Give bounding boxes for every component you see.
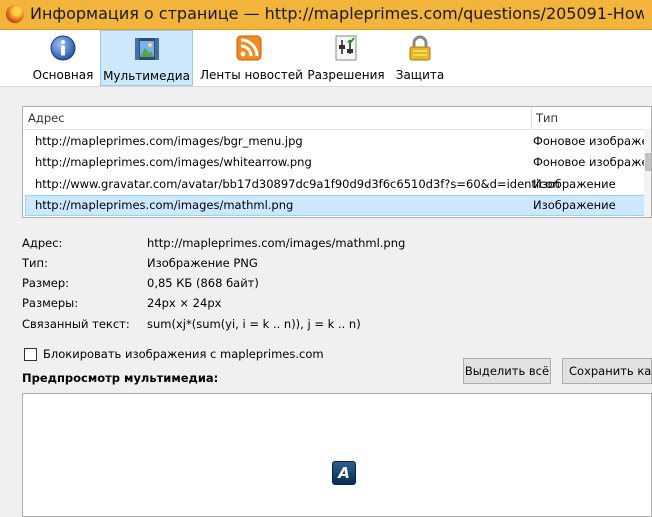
mathml-preview-icon: A [332,461,356,485]
associated-text-value: sum(xj*(sum(yi, i = k .. n)), j = k .. n… [147,317,361,331]
tab-feeds[interactable]: Ленты новостей [200,30,303,86]
row-type: Изображение [533,177,616,191]
scrollbar-thumb[interactable] [645,153,651,171]
window-titlebar[interactable]: Информация о странице — http://mapleprim… [0,0,652,30]
tab-general-label: Основная [32,68,94,82]
address-label: Адрес: [22,236,63,250]
row-address: http://mapleprimes.com/images/whitearrow… [35,155,312,169]
preview-title: Предпросмотр мультимедиа: [22,371,219,385]
save-as-button[interactable]: Сохранить как... [562,358,652,384]
associated-text-label: Связанный текст: [22,317,130,331]
row-type: Фоновое изображение [533,134,645,148]
window-title: Информация о странице — http://mapleprim… [30,4,644,23]
tab-permissions-label: Разрешения [307,68,385,82]
tab-media-label: Мультимедиа [103,69,190,83]
column-divider[interactable] [531,107,532,129]
table-row-selected[interactable]: http://mapleprimes.com/images/mathml.png… [25,195,645,216]
dimensions-value: 24px × 24px [147,296,222,310]
select-all-button[interactable]: Выделить всё [463,358,551,384]
size-label: Размер: [22,276,70,290]
column-header-address[interactable]: Адрес [28,111,65,125]
table-scrollbar[interactable] [644,129,651,217]
type-label: Тип: [22,256,48,270]
lock-icon [409,35,431,61]
rss-icon [236,35,262,61]
media-table[interactable]: Адрес Тип http://mapleprimes.com/images/… [22,106,652,218]
firefox-logo-icon [6,5,24,23]
table-row[interactable]: http://www.gravatar.com/avatar/bb17d3089… [25,174,645,195]
row-address: http://mapleprimes.com/images/bgr_menu.j… [35,134,303,148]
row-type: Фоновое изображение [533,155,645,169]
tab-feeds-label: Ленты новостей [200,68,303,82]
table-row[interactable]: http://mapleprimes.com/images/bgr_menu.j… [25,131,645,152]
tab-security-label: Защита [395,68,445,82]
block-images-checkbox[interactable] [24,348,37,361]
row-type: Изображение [533,198,616,212]
permissions-icon [335,35,357,61]
media-icon [134,38,159,60]
tab-security[interactable]: Защита [392,30,448,86]
media-preview: A [22,393,652,517]
tab-media[interactable]: Мультимедиа [100,30,193,86]
info-icon [50,35,76,61]
row-address: http://www.gravatar.com/avatar/bb17d3089… [35,177,560,191]
size-value: 0,85 КБ (868 байт) [147,276,259,290]
table-row[interactable]: http://mapleprimes.com/images/whitearrow… [25,152,645,173]
tab-general[interactable]: Основная [28,30,98,86]
tab-permissions[interactable]: Разрешения [304,30,388,86]
type-value: Изображение PNG [147,256,258,270]
row-address: http://mapleprimes.com/images/mathml.png [35,198,294,212]
table-header: Адрес Тип [23,107,651,130]
address-value: http://mapleprimes.com/images/mathml.png [147,236,406,250]
block-images-label[interactable]: Блокировать изображения с mapleprimes.co… [43,347,324,361]
column-header-type[interactable]: Тип [536,111,558,125]
page-info-tabs: Основная Мультимедиа Ленты новостей Разр… [0,30,652,87]
dimensions-label: Размеры: [22,296,79,310]
